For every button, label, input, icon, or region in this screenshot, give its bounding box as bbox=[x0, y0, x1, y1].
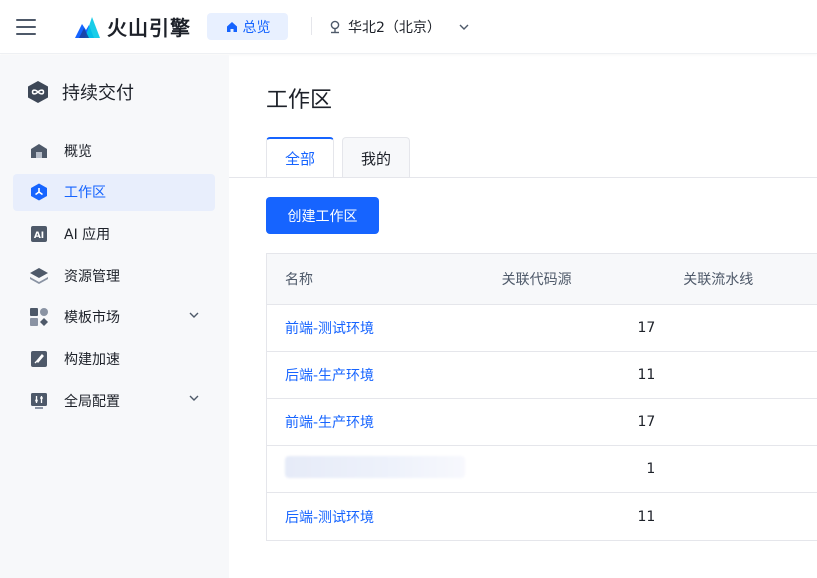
overview-button[interactable]: 总览 bbox=[207, 13, 288, 40]
brand-logo[interactable]: 火山引擎 bbox=[73, 12, 191, 40]
sidebar-item-label: 全局配置 bbox=[64, 393, 120, 410]
chevron-down-icon bbox=[459, 24, 469, 30]
workspace-link[interactable]: 前端-生产环境 bbox=[285, 415, 374, 431]
region-label: 华北2（北京） bbox=[348, 20, 441, 36]
sidebar-item-label: 概览 bbox=[64, 143, 92, 160]
table-row: 前端-测试环境 17 bbox=[267, 305, 817, 352]
workspace-link[interactable]: 前端-测试环境 bbox=[285, 321, 374, 337]
redacted-workspace-name[interactable] bbox=[285, 456, 465, 478]
grid-icon bbox=[29, 307, 49, 327]
tab-bar: 全部 我的 bbox=[266, 137, 418, 178]
menu-icon[interactable] bbox=[16, 16, 38, 36]
column-header-code-sources: 关联代码源 bbox=[501, 272, 572, 288]
code-source-count: 11 bbox=[637, 367, 656, 383]
sidebar-item-resources[interactable]: 资源管理 bbox=[13, 257, 215, 294]
sidebar-item-global-config[interactable]: 全局配置 bbox=[13, 382, 215, 419]
workspace-link[interactable]: 后端-生产环境 bbox=[285, 368, 374, 384]
sidebar-nav: 概览 工作区 AI AI 应用 资源管理 模板市场 构建加速 全局配置 bbox=[13, 132, 215, 424]
ai-icon: AI bbox=[29, 224, 49, 244]
code-source-count: 1 bbox=[646, 461, 656, 477]
home-icon bbox=[226, 21, 237, 32]
sidebar-item-label: AI 应用 bbox=[64, 226, 111, 243]
tab-mine[interactable]: 我的 bbox=[342, 137, 411, 178]
tab-all[interactable]: 全部 bbox=[266, 137, 335, 178]
svg-text:AI: AI bbox=[34, 231, 44, 241]
code-source-count: 11 bbox=[637, 508, 656, 525]
workspace-icon bbox=[29, 182, 49, 202]
sidebar-item-label: 构建加速 bbox=[64, 351, 120, 368]
infinity-icon bbox=[28, 81, 48, 103]
chevron-down-icon bbox=[189, 312, 199, 318]
column-header-name: 名称 bbox=[285, 272, 313, 288]
region-selector[interactable]: 华北2（北京） bbox=[328, 15, 469, 39]
main-content: 工作区 全部 我的 创建工作区 名称 关联代码源 关联流水线 前端-测试环境 1… bbox=[229, 55, 817, 578]
table-row: 1 bbox=[267, 446, 817, 493]
page-title: 工作区 bbox=[266, 88, 333, 113]
tabs-divider bbox=[229, 177, 817, 178]
settings-icon bbox=[29, 391, 49, 411]
location-pin-icon bbox=[330, 20, 340, 34]
table-header: 名称 关联代码源 关联流水线 bbox=[267, 254, 817, 305]
overview-label: 总览 bbox=[242, 19, 271, 36]
workspace-table: 名称 关联代码源 关联流水线 前端-测试环境 17 后端-生产环境 11 前端-… bbox=[266, 253, 817, 541]
sidebar: 持续交付 概览 工作区 AI AI 应用 资源管理 模板市场 构建加速 全局配置 bbox=[0, 55, 229, 578]
product-title: 持续交付 bbox=[62, 83, 134, 104]
table-row: 后端-生产环境 11 bbox=[267, 352, 817, 399]
top-bar: 火山引擎 总览 华北2（北京） bbox=[0, 0, 817, 54]
home-icon bbox=[29, 141, 49, 161]
chevron-down-icon bbox=[189, 395, 199, 402]
table-row: 前端-生产环境 17 bbox=[267, 399, 817, 446]
table-row: 后端-测试环境 11 bbox=[267, 493, 817, 540]
product-header: 持续交付 bbox=[26, 79, 134, 105]
sidebar-item-templates[interactable]: 模板市场 bbox=[13, 299, 215, 336]
create-workspace-button[interactable]: 创建工作区 bbox=[266, 197, 379, 234]
sidebar-item-overview[interactable]: 概览 bbox=[13, 132, 215, 169]
sidebar-item-workspace[interactable]: 工作区 bbox=[13, 173, 215, 211]
workspace-link[interactable]: 后端-测试环境 bbox=[285, 510, 374, 526]
sidebar-item-label: 模板市场 bbox=[64, 310, 120, 327]
header-divider bbox=[311, 17, 312, 35]
layers-icon bbox=[29, 266, 49, 286]
sidebar-item-label: 工作区 bbox=[64, 185, 106, 202]
brand-name: 火山引擎 bbox=[107, 15, 191, 40]
column-header-pipelines: 关联流水线 bbox=[683, 272, 754, 288]
sidebar-item-label: 资源管理 bbox=[64, 268, 120, 285]
volcano-logo-icon bbox=[75, 17, 100, 38]
code-source-count: 17 bbox=[637, 320, 656, 336]
sidebar-item-ai-apps[interactable]: AI AI 应用 bbox=[13, 215, 215, 252]
sidebar-item-build-acceleration[interactable]: 构建加速 bbox=[13, 340, 215, 377]
code-source-count: 17 bbox=[637, 414, 656, 430]
rocket-icon bbox=[29, 349, 49, 369]
